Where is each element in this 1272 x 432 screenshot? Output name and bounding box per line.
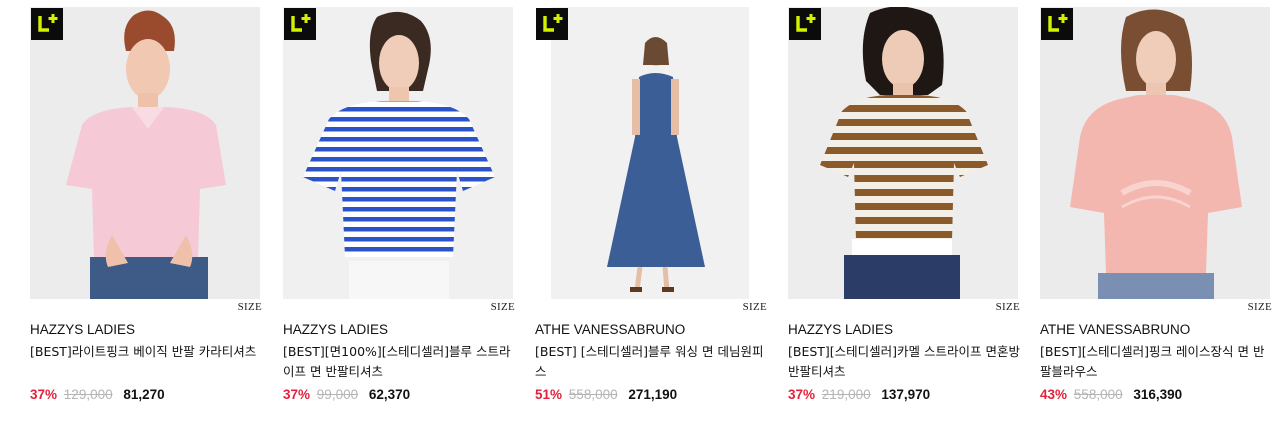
product-name[interactable]: [BEST] [스테디셀러]블루 워싱 면 데님원피스 <box>535 342 767 382</box>
product-image[interactable] <box>283 7 513 299</box>
discount-rate: 37% <box>30 387 58 402</box>
product-card[interactable]: SIZE HAZZYS LADIES [BEST][면100%][스테디셀러]블… <box>283 7 515 402</box>
price-row: 43% 558,000 316,390 <box>1040 387 1182 402</box>
size-link[interactable]: SIZE <box>996 301 1020 313</box>
product-grid: SIZE HAZZYS LADIES [BEST]라이트핑크 베이직 반팔 카라… <box>30 7 1272 427</box>
product-name[interactable]: [BEST][스테디셀러]핑크 레이스장식 면 반팔블라우스 <box>1040 342 1272 382</box>
l-plus-badge-icon <box>536 8 568 40</box>
discount-rate: 37% <box>788 387 816 402</box>
product-name[interactable]: [BEST][스테디셀러]카멜 스트라이프 면혼방 반팔티셔츠 <box>788 342 1020 382</box>
product-image[interactable] <box>535 7 765 299</box>
original-price: 558,000 <box>568 387 618 402</box>
product-brand[interactable]: ATHE VANESSABRUNO <box>1040 322 1190 337</box>
sale-price: 81,270 <box>123 387 165 402</box>
blue-stripe-tee-photo <box>283 7 513 299</box>
l-plus-badge-icon <box>31 8 63 40</box>
pink-lace-blouse-photo <box>1040 7 1270 299</box>
product-card[interactable]: SIZE HAZZYS LADIES [BEST]라이트핑크 베이직 반팔 카라… <box>30 7 262 402</box>
l-plus-badge-icon <box>789 8 821 40</box>
size-link[interactable]: SIZE <box>238 301 262 313</box>
price-row: 37% 219,000 137,970 <box>788 387 930 402</box>
product-card[interactable]: SIZE HAZZYS LADIES [BEST][스테디셀러]카멜 스트라이프… <box>788 7 1020 402</box>
sale-price: 316,390 <box>1133 387 1183 402</box>
product-image[interactable] <box>1040 7 1270 299</box>
price-row: 51% 558,000 271,190 <box>535 387 677 402</box>
size-link[interactable]: SIZE <box>743 301 767 313</box>
size-link[interactable]: SIZE <box>491 301 515 313</box>
size-link[interactable]: SIZE <box>1248 301 1272 313</box>
discount-rate: 37% <box>283 387 311 402</box>
price-row: 37% 129,000 81,270 <box>30 387 165 402</box>
original-price: 219,000 <box>821 387 871 402</box>
product-brand[interactable]: ATHE VANESSABRUNO <box>535 322 685 337</box>
product-name[interactable]: [BEST][면100%][스테디셀러]블루 스트라이프 면 반팔티셔츠 <box>283 342 515 382</box>
product-card[interactable]: SIZE ATHE VANESSABRUNO [BEST][스테디셀러]핑크 레… <box>1040 7 1272 402</box>
product-image[interactable] <box>30 7 260 299</box>
sale-price: 137,970 <box>881 387 931 402</box>
original-price: 129,000 <box>63 387 113 402</box>
original-price: 558,000 <box>1073 387 1123 402</box>
product-brand[interactable]: HAZZYS LADIES <box>283 322 388 337</box>
l-plus-badge-icon <box>1041 8 1073 40</box>
camel-stripe-tee-photo <box>788 7 1018 299</box>
l-plus-badge-icon <box>284 8 316 40</box>
price-row: 37% 99,000 62,370 <box>283 387 410 402</box>
product-card[interactable]: SIZE ATHE VANESSABRUNO [BEST] [스테디셀러]블루 … <box>535 7 767 402</box>
product-name[interactable]: [BEST]라이트핑크 베이직 반팔 카라티셔츠 <box>30 342 262 362</box>
denim-dress-photo <box>535 7 765 299</box>
product-brand[interactable]: HAZZYS LADIES <box>30 322 135 337</box>
original-price: 99,000 <box>316 387 359 402</box>
product-image[interactable] <box>788 7 1018 299</box>
pink-polo-photo <box>30 7 260 299</box>
product-brand[interactable]: HAZZYS LADIES <box>788 322 893 337</box>
discount-rate: 51% <box>535 387 563 402</box>
sale-price: 271,190 <box>628 387 678 402</box>
discount-rate: 43% <box>1040 387 1068 402</box>
sale-price: 62,370 <box>368 387 411 402</box>
